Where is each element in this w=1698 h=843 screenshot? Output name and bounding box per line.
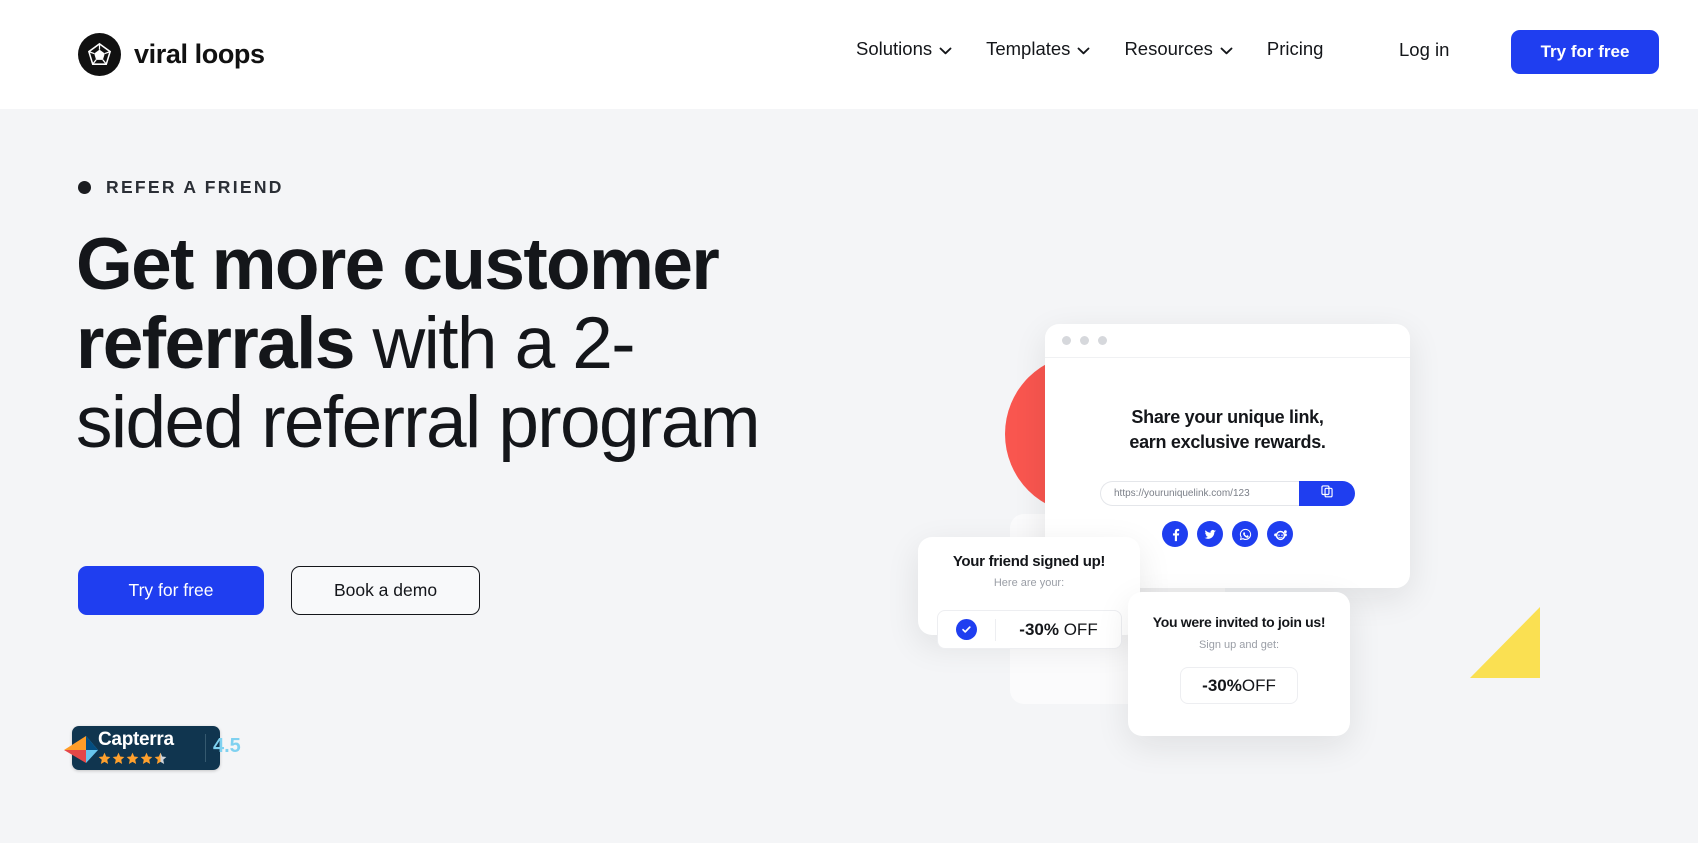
- nav-item-resources[interactable]: Resources: [1124, 38, 1233, 60]
- invite-reward-suffix: OFF: [1241, 675, 1276, 695]
- capterra-stars: [98, 752, 167, 765]
- hero-actions: Try for free Book a demo: [78, 566, 480, 615]
- headline-light-3: program: [498, 382, 760, 463]
- page-title: Get more customer referrals with a 2-sid…: [76, 225, 796, 462]
- hero-illustration: Share your unique link, earn exclusive r…: [918, 204, 1580, 764]
- chevron-down-icon: [1077, 38, 1090, 60]
- nav-label: Templates: [986, 38, 1071, 59]
- polyhedron-icon: [78, 33, 121, 76]
- try-for-free-button-header[interactable]: Try for free: [1511, 30, 1659, 74]
- yellow-triangle: [1470, 607, 1540, 678]
- window-dot-icon: [1062, 336, 1071, 345]
- window-dot-icon: [1080, 336, 1089, 345]
- chevron-down-icon: [1220, 38, 1233, 60]
- invite-reward-amount: -30%: [1202, 675, 1242, 695]
- referral-link-row: https://youruniquelink.com/123: [1100, 481, 1355, 506]
- share-card-title: Share your unique link, earn exclusive r…: [1045, 405, 1410, 455]
- capterra-name: Capterra: [98, 729, 174, 750]
- copy-link-button[interactable]: [1299, 481, 1355, 506]
- bullet-dot-icon: [78, 181, 91, 194]
- nav-label: Pricing: [1266, 38, 1324, 59]
- invite-card-title: You were invited to join us!: [1152, 614, 1326, 630]
- invite-card-subtitle: Sign up and get:: [1198, 639, 1280, 651]
- site-header: viral loops Solutions Templates Resource…: [0, 0, 1698, 109]
- chevron-down-icon: [939, 38, 952, 60]
- brand-name: viral loops: [134, 39, 265, 69]
- friend-reward-text: -30% OFF: [996, 620, 1121, 640]
- login-link[interactable]: Log in: [1399, 39, 1449, 61]
- invitation-card: You were invited to join us! Sign up and…: [1128, 592, 1350, 736]
- capterra-badge[interactable]: Capterra 4.5: [64, 726, 241, 770]
- nav-label: Resources: [1124, 38, 1213, 59]
- capterra-divider: [205, 734, 206, 762]
- nav-item-solutions[interactable]: Solutions: [856, 38, 952, 60]
- friend-card-subtitle: Here are your:: [993, 577, 1065, 589]
- capterra-score: 4.5: [213, 735, 241, 757]
- browser-title-bar: [1045, 324, 1410, 358]
- hero-section: REFER A FRIEND Get more customer referra…: [0, 109, 1698, 843]
- share-card-title-line-1: Share your unique link,: [1131, 407, 1324, 427]
- eyebrow-label: REFER A FRIEND: [106, 177, 284, 197]
- referral-link-input[interactable]: https://youruniquelink.com/123: [1100, 481, 1299, 506]
- window-dot-icon: [1098, 336, 1107, 345]
- reddit-icon[interactable]: [1267, 521, 1293, 547]
- friend-card-title: Your friend signed up!: [952, 553, 1106, 570]
- brand-logo[interactable]: viral loops: [78, 33, 265, 76]
- try-for-free-button-hero[interactable]: Try for free: [78, 566, 264, 615]
- friend-reward-amount: -30%: [1019, 619, 1059, 639]
- nav-label: Solutions: [856, 38, 933, 59]
- copy-icon: [1320, 484, 1334, 503]
- nav-item-pricing[interactable]: Pricing: [1267, 38, 1324, 60]
- headline-bold-2: referrals: [76, 303, 355, 384]
- capterra-logo-icon: [62, 730, 102, 769]
- twitter-icon[interactable]: [1197, 521, 1223, 547]
- friend-reward-row: -30% OFF: [937, 610, 1122, 649]
- nav-item-templates[interactable]: Templates: [986, 38, 1090, 60]
- headline-light-1: with a: [353, 303, 556, 384]
- friend-reward-suffix: OFF: [1058, 619, 1098, 639]
- book-a-demo-button[interactable]: Book a demo: [291, 566, 480, 615]
- facebook-icon[interactable]: [1162, 521, 1188, 547]
- landing-page: viral loops Solutions Templates Resource…: [0, 0, 1698, 843]
- share-card-title-line-2: earn exclusive rewards.: [1129, 432, 1326, 452]
- check-circle-icon: [956, 619, 977, 640]
- capterra-content: Capterra: [98, 729, 174, 765]
- eyebrow: REFER A FRIEND: [78, 177, 284, 198]
- headline-bold-1: Get more customer: [76, 224, 720, 305]
- main-nav: Solutions Templates Resources Pricing: [856, 38, 1323, 60]
- invite-reward-pill: -30% OFF: [1180, 667, 1298, 704]
- friend-signed-up-card: Your friend signed up! Here are your: -3…: [918, 537, 1140, 649]
- whatsapp-icon[interactable]: [1232, 521, 1258, 547]
